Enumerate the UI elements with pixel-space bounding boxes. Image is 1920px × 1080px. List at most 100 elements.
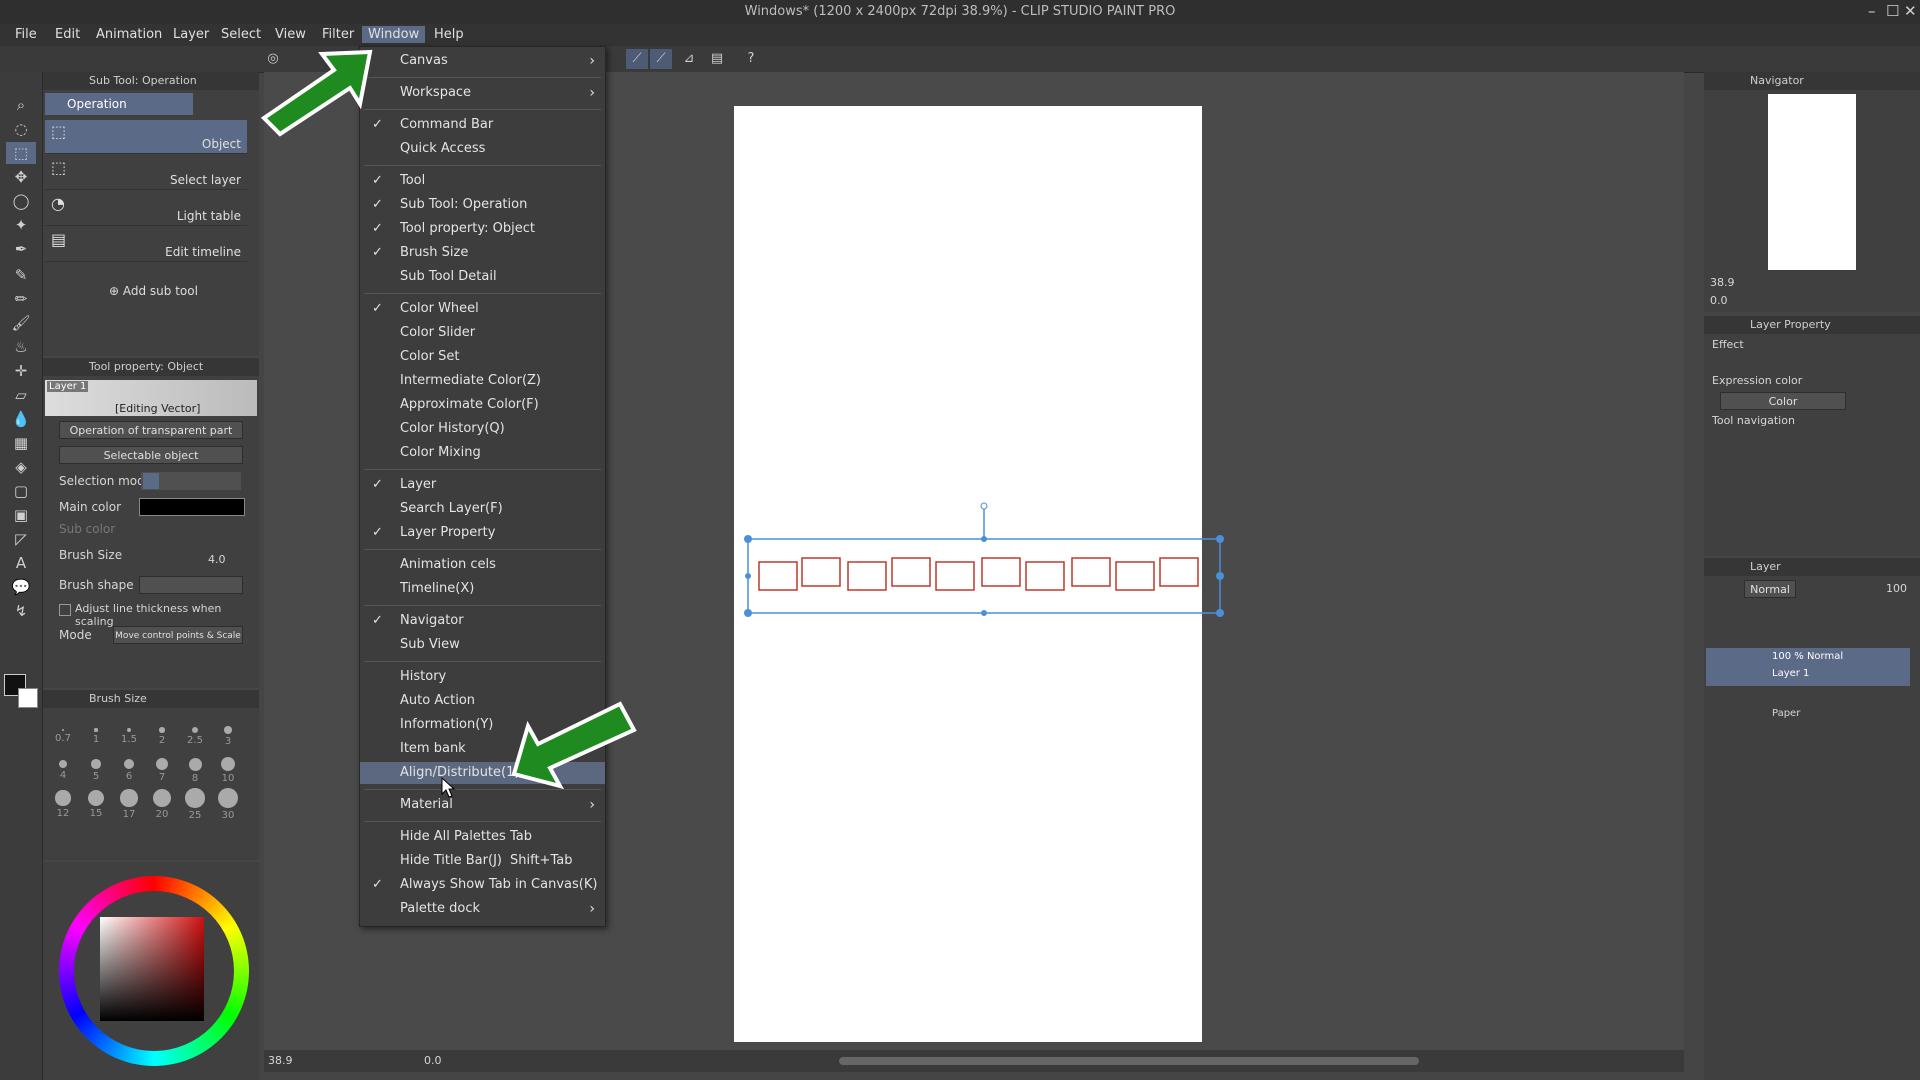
menu-view[interactable]: View	[275, 27, 306, 42]
brush-size-preset[interactable]: 1	[80, 718, 112, 750]
menu-item-layer-property[interactable]: ✓ Layer Property	[360, 522, 605, 544]
navigator-preview[interactable]	[1768, 94, 1856, 270]
menu-item-always-show-tab-in-canvas-k[interactable]: ✓ Always Show Tab in Canvas(K)	[360, 874, 605, 896]
opacity-value[interactable]: 100	[1886, 582, 1907, 595]
menu-item-canvas[interactable]: Canvas ›	[360, 50, 605, 72]
pencil-tool-icon[interactable]: ✏	[6, 288, 36, 310]
zoom-tool-icon[interactable]: ⌕	[6, 94, 36, 116]
gradient-tool-icon[interactable]: ◈	[6, 456, 36, 478]
maximize-icon[interactable]: ☐	[1886, 2, 1899, 20]
subtool-select-layer[interactable]: ⬚ Select layer	[45, 156, 247, 190]
blend-mode-dropdown[interactable]: Normal	[1744, 580, 1796, 598]
selection-mode-buttons[interactable]	[141, 472, 241, 490]
menu-item-intermediate-color-z[interactable]: Intermediate Color(Z)	[360, 370, 605, 392]
status-zoom[interactable]: 38.9	[268, 1054, 293, 1067]
minimize-icon[interactable]: –	[1868, 2, 1876, 20]
magic-wand-tool-icon[interactable]: ✦	[6, 214, 36, 236]
menu-window[interactable]: Window	[362, 26, 426, 43]
pen-tool-icon[interactable]: ✎	[6, 264, 36, 286]
horizontal-scrollbar[interactable]	[839, 1057, 1419, 1065]
brush-size-preset[interactable]: 3	[212, 718, 244, 750]
menu-item-animation-cels[interactable]: Animation cels	[360, 554, 605, 576]
figure-tool-icon[interactable]: ▢	[6, 480, 36, 502]
menu-item-color-history-q[interactable]: Color History(Q)	[360, 418, 605, 440]
status-angle[interactable]: 0.0	[424, 1054, 442, 1067]
brush-size-preset[interactable]: 5	[80, 752, 112, 784]
subtool-edit-timeline[interactable]: ▤ Edit timeline	[45, 228, 247, 262]
menu-item-brush-size[interactable]: ✓ Brush Size	[360, 242, 605, 264]
layer-row[interactable]: 100 % Normal Layer 1	[1706, 648, 1910, 686]
brush-size-preset[interactable]: 30	[212, 786, 244, 821]
menu-filter[interactable]: Filter	[322, 27, 354, 42]
brush-size-preset[interactable]: 20	[146, 786, 178, 820]
menu-item-history[interactable]: History	[360, 666, 605, 688]
brush-size-preset[interactable]: 2.5	[179, 718, 211, 750]
eraser-tool-icon[interactable]: ▱	[6, 384, 36, 406]
expression-color-dropdown[interactable]: Color	[1720, 392, 1846, 410]
main-color-bar[interactable]	[139, 498, 245, 516]
menu-item-palette-dock[interactable]: Palette dock ›	[360, 898, 605, 920]
menu-help[interactable]: Help	[434, 27, 464, 42]
adjust-thickness-checkbox[interactable]	[59, 604, 71, 616]
brush-size-preset[interactable]: 4	[47, 752, 79, 784]
menu-edit[interactable]: Edit	[55, 27, 80, 42]
brush-tool-icon[interactable]: 🖌	[6, 312, 36, 334]
correct-line-tool-icon[interactable]: ↯	[6, 600, 36, 622]
brush-size-preset[interactable]: 17	[113, 786, 145, 820]
add-subtool-button[interactable]: ⊕ Add sub tool	[109, 284, 198, 298]
menu-item-hide-title-bar-j[interactable]: Hide Title Bar(J) Shift+Tab	[360, 850, 605, 872]
text-tool-icon[interactable]: A	[6, 552, 36, 574]
subtool-group-tab[interactable]: Operation	[45, 93, 193, 115]
move-layer-tool-icon[interactable]: ✥	[6, 166, 36, 188]
menu-item-color-slider[interactable]: Color Slider	[360, 322, 605, 344]
subtool-object[interactable]: ⬚ Object	[45, 120, 247, 154]
menu-animation[interactable]: Animation	[96, 27, 162, 42]
brush-size-preset[interactable]: 2	[146, 718, 178, 750]
snap-ruler-icon[interactable]: ⟋	[626, 49, 648, 69]
menu-select[interactable]: Select	[221, 27, 261, 42]
menu-item-sub-tool-operation[interactable]: ✓ Sub Tool: Operation	[360, 194, 605, 216]
menu-item-tool[interactable]: ✓ Tool	[360, 170, 605, 192]
menu-item-color-set[interactable]: Color Set	[360, 346, 605, 368]
menu-item-color-mixing[interactable]: Color Mixing	[360, 442, 605, 464]
menu-item-navigator[interactable]: ✓ Navigator	[360, 610, 605, 632]
balloon-tool-icon[interactable]: 💬	[6, 576, 36, 598]
menu-layer[interactable]: Layer	[173, 27, 209, 42]
brush-size-preset[interactable]: 8	[179, 752, 211, 784]
sub-color-swatch[interactable]	[18, 688, 38, 708]
brush-size-preset[interactable]: 1.5	[113, 718, 145, 750]
menu-item-hide-all-palettes[interactable]: Hide All Palettes Tab	[360, 826, 605, 848]
brush-size-value[interactable]: 4.0	[208, 553, 226, 566]
brush-size-preset[interactable]: 10	[212, 752, 244, 784]
lasso-select-tool-icon[interactable]: ◌	[6, 118, 36, 140]
menu-item-sub-view[interactable]: Sub View	[360, 634, 605, 656]
subtool-light-table[interactable]: ◔ Light table	[45, 192, 247, 226]
frame-border-tool-icon[interactable]: ▣	[6, 504, 36, 526]
menu-item-quick-access[interactable]: Quick Access	[360, 138, 605, 160]
operation-tool-icon[interactable]: ⬚	[6, 142, 36, 164]
ruler-icon[interactable]: ▤	[706, 49, 728, 69]
menu-file[interactable]: File	[15, 27, 37, 42]
navigator-zoom[interactable]: 38.9	[1710, 276, 1735, 289]
transparent-operation-dropdown[interactable]: Operation of transparent part	[59, 421, 243, 439]
layer-row[interactable]: Paper	[1706, 688, 1910, 726]
brush-size-preset[interactable]: 0.7	[47, 718, 79, 750]
selectable-object-dropdown[interactable]: Selectable object	[59, 446, 243, 464]
menu-item-color-wheel[interactable]: ✓ Color Wheel	[360, 298, 605, 320]
eyedropper-tool-icon[interactable]: ✒	[6, 238, 36, 260]
menu-item-workspace[interactable]: Workspace ›	[360, 82, 605, 104]
close-icon[interactable]: ✕	[1904, 2, 1917, 20]
airbrush-tool-icon[interactable]: ♨	[6, 336, 36, 358]
menu-item-tool-property-object[interactable]: ✓ Tool property: Object	[360, 218, 605, 240]
menu-item-layer[interactable]: ✓ Layer	[360, 474, 605, 496]
fill-tool-icon[interactable]: ▦	[6, 432, 36, 454]
help-icon[interactable]: ?	[740, 49, 762, 69]
color-saturation-square[interactable]	[100, 917, 204, 1021]
mode-dropdown[interactable]: Move control points & Scale	[113, 626, 243, 644]
menu-item-search-layer-f[interactable]: Search Layer(F)	[360, 498, 605, 520]
menu-item-command-bar[interactable]: ✓ Command Bar	[360, 114, 605, 136]
brush-size-preset[interactable]: 15	[80, 786, 112, 819]
brush-size-preset[interactable]: 25	[179, 786, 211, 821]
brush-size-preset[interactable]: 7	[146, 752, 178, 784]
brush-size-preset[interactable]: 12	[47, 786, 79, 819]
